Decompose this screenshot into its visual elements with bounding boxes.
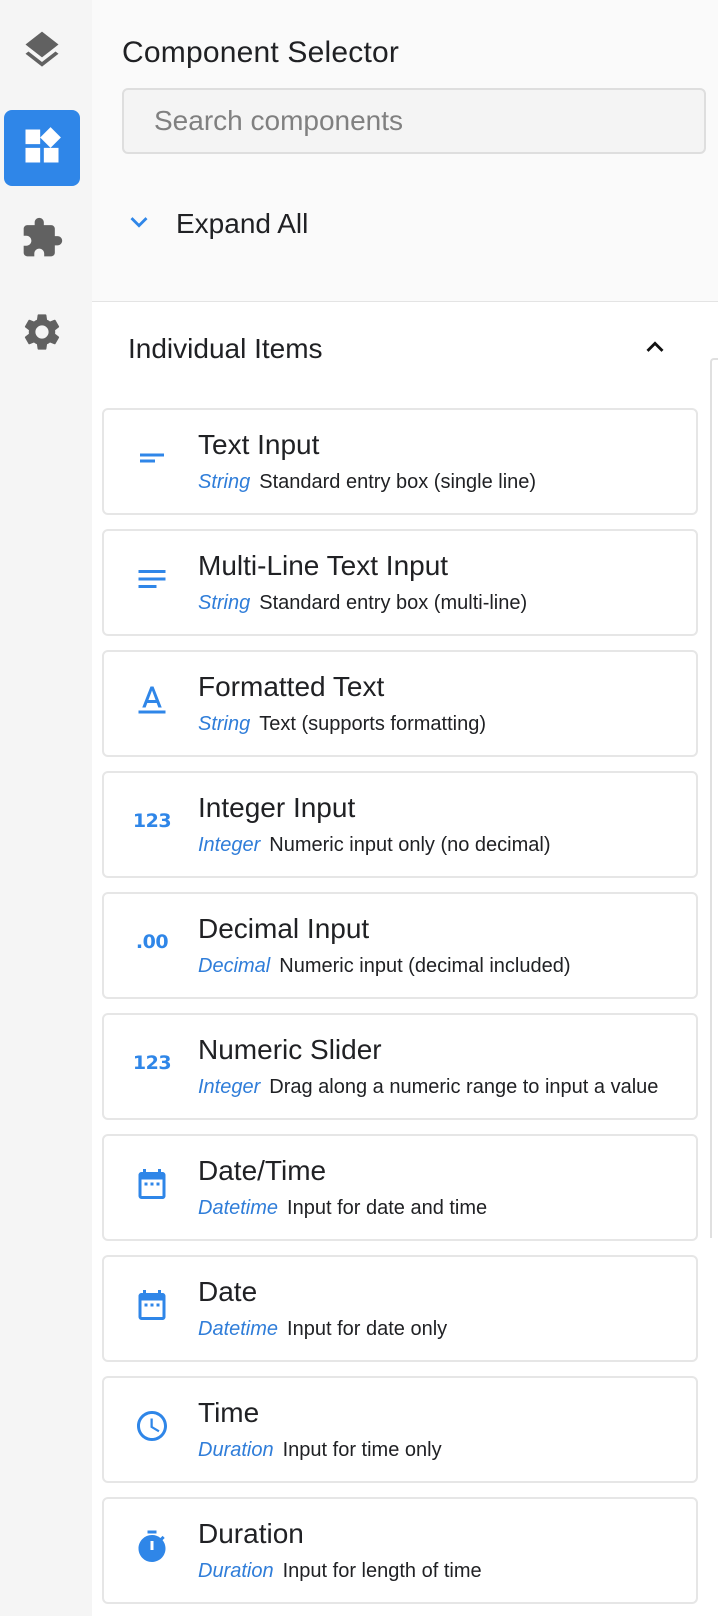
numbers-123-icon: 123 [132,810,172,832]
chevron-down-icon [122,205,156,244]
component-description: Input for time only [282,1439,442,1461]
stopwatch-icon [134,1529,170,1565]
component-item-duration[interactable]: Duration Duration Input for length of ti… [102,1497,698,1604]
component-item-numeric-slider[interactable]: 123 Numeric Slider Integer Drag along a … [102,1013,698,1120]
format-color-text-icon [134,682,170,718]
component-name: Decimal Input [198,913,370,944]
section-title: Individual Items [128,333,323,364]
component-description: Drag along a numeric range to input a va… [269,1076,659,1098]
component-item-time[interactable]: Time Duration Input for time only [102,1376,698,1483]
component-item-date[interactable]: Date Datetime Input for date only [102,1255,698,1362]
component-name: Text Input [198,429,320,460]
component-type: String [198,713,251,735]
component-description: Input for date and time [287,1197,488,1219]
component-type: Datetime [198,1318,279,1340]
component-item-date-time[interactable]: Date/Time Datetime Input for date and ti… [102,1134,698,1241]
page-title: Component Selector [122,36,400,69]
nav-rail [0,0,92,1616]
component-type: Integer [198,1076,261,1098]
component-name: Time [198,1397,260,1428]
component-list: Text Input String Standard entry box (si… [102,408,698,1618]
widgets-icon [20,124,64,173]
gear-icon [20,310,64,359]
component-item-decimal-input[interactable]: .00 Decimal Input Decimal Numeric input … [102,892,698,999]
component-type: Decimal [198,955,271,977]
component-description: Input for date only [287,1318,448,1340]
short-text-icon [134,440,170,476]
component-description: Input for length of time [282,1560,482,1582]
component-description: Standard entry box (single line) [259,471,537,493]
component-type: Datetime [198,1197,279,1219]
decimal-icon: .00 [135,931,169,953]
component-type: String [198,471,251,493]
extensions-button[interactable] [4,202,80,278]
clock-icon [134,1408,170,1444]
component-name: Formatted Text [198,671,385,702]
layers-button[interactable] [4,14,80,90]
component-item-multi-line-text-input[interactable]: Multi-Line Text Input String Standard en… [102,529,698,636]
expand-all-button[interactable]: Expand All [122,200,308,248]
component-type: Duration [198,1439,274,1461]
layers-icon [20,28,64,77]
puzzle-icon [20,216,64,265]
calendar-icon [134,1287,170,1323]
chevron-up-icon [638,330,672,369]
component-item-integer-input[interactable]: 123 Integer Input Integer Numeric input … [102,771,698,878]
component-type: String [198,592,251,614]
component-type: Duration [198,1560,274,1582]
notes-icon [134,561,170,597]
component-name: Duration [198,1518,304,1549]
component-description: Numeric input (decimal included) [279,955,571,977]
component-item-formatted-text[interactable]: Formatted Text String Text (supports for… [102,650,698,757]
component-description: Standard entry box (multi-line) [259,592,528,614]
component-description: Text (supports formatting) [259,713,486,735]
expand-all-label: Expand All [176,208,309,239]
components-button[interactable] [4,110,80,186]
numbers-123-icon: 123 [132,1052,172,1074]
component-name: Date [198,1276,258,1307]
component-name: Date/Time [198,1155,327,1186]
component-name: Numeric Slider [198,1034,382,1065]
settings-button[interactable] [4,296,80,372]
component-list-panel: Individual Items Text Input String Stand… [92,303,718,1616]
calendar-icon [134,1166,170,1202]
scrollbar[interactable] [710,358,718,1238]
search-input[interactable] [122,88,706,154]
panel-header: Component Selector Expand All [92,0,718,302]
component-type: Integer [198,834,261,856]
component-description: Numeric input only (no decimal) [269,834,551,856]
component-item-text-input[interactable]: Text Input String Standard entry box (si… [102,408,698,515]
component-name: Integer Input [198,792,356,823]
section-header-individual-items[interactable]: Individual Items [92,303,702,395]
component-name: Multi-Line Text Input [198,550,449,581]
